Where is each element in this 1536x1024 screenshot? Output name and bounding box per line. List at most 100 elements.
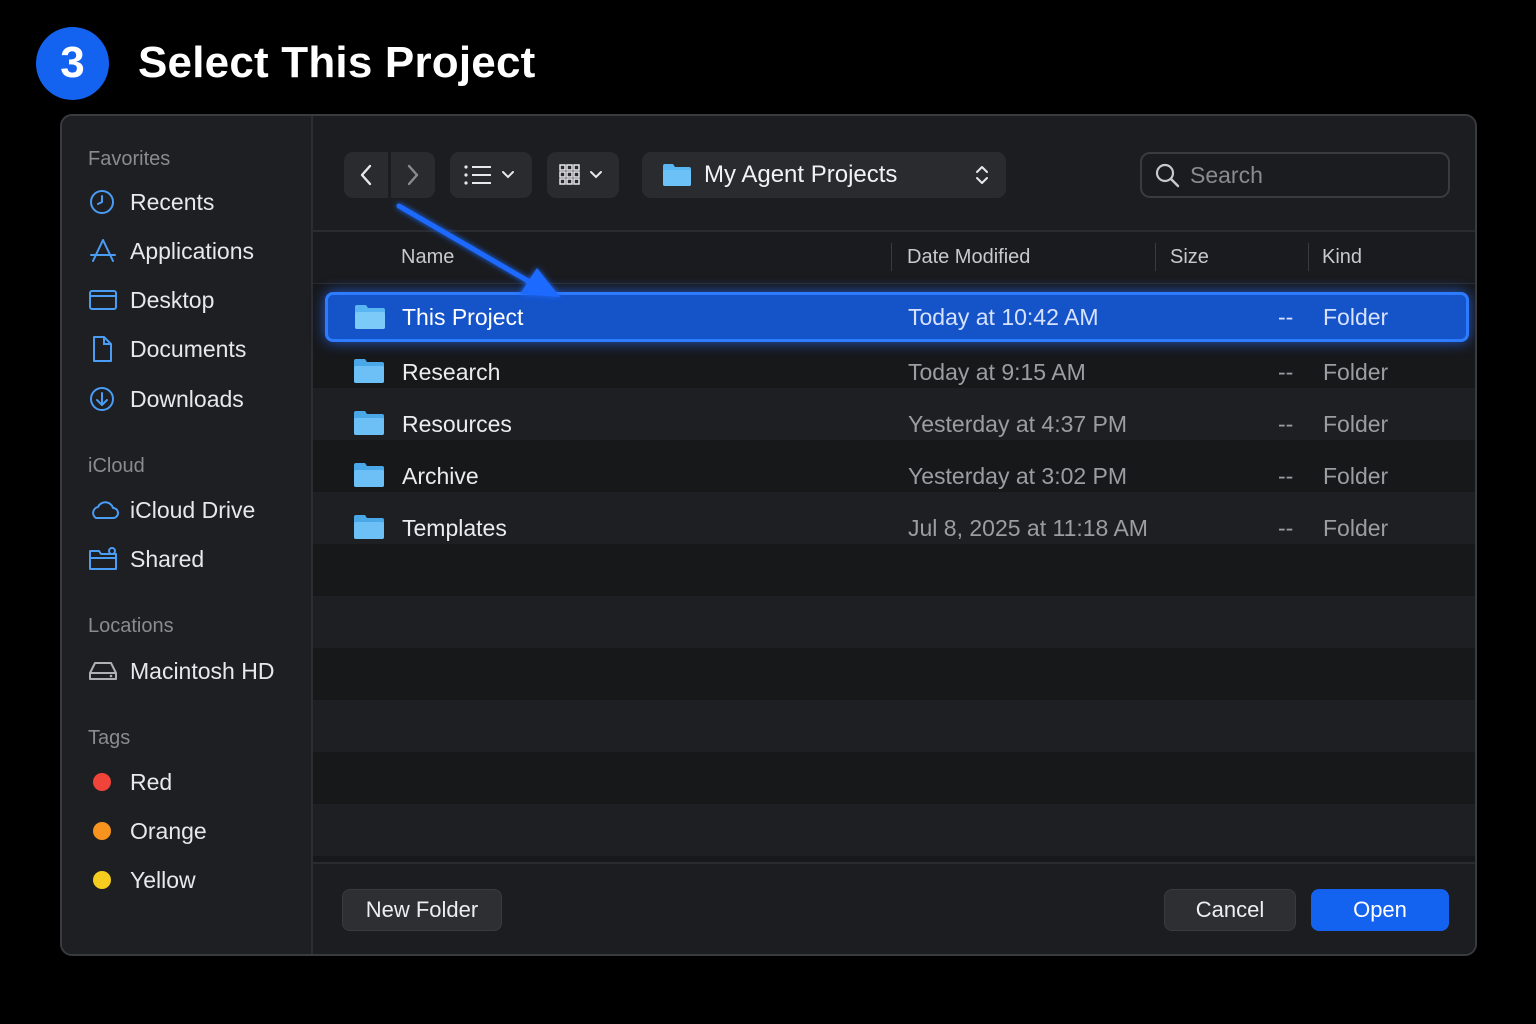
step-number-badge: 3	[36, 26, 109, 100]
location-popup[interactable]: My Agent Projects	[642, 152, 1006, 198]
sidebar-section-icloud: iCloud	[88, 455, 145, 477]
chevron-right-icon	[407, 164, 419, 186]
shared-folder-icon	[88, 544, 120, 574]
file-row-archive[interactable]: Archive Yesterday at 3:02 PM -- Folder	[313, 450, 1475, 502]
forward-button[interactable]	[391, 152, 435, 198]
sidebar-item-label: Shared	[130, 545, 205, 572]
column-date-modified[interactable]: Date Modified	[907, 246, 1030, 269]
chevron-left-icon	[360, 164, 372, 186]
cloud-icon	[88, 495, 120, 525]
sidebar-item-label: Desktop	[130, 286, 215, 313]
file-row-templates[interactable]: Templates Jul 8, 2025 at 11:18 AM -- Fol…	[313, 502, 1475, 554]
file-name: Research	[402, 358, 501, 385]
column-header: Name Date Modified Size Kind	[313, 232, 1475, 284]
open-button[interactable]: Open	[1311, 889, 1449, 931]
folder-icon	[354, 515, 384, 539]
file-name: This Project	[402, 303, 524, 330]
sidebar-item-macintosh-hd[interactable]: Macintosh HD	[88, 653, 303, 689]
sidebar-section-tags: Tags	[88, 727, 131, 749]
sidebar-item-desktop[interactable]: Desktop	[88, 282, 303, 318]
current-folder-label: My Agent Projects	[704, 161, 898, 188]
search-field[interactable]	[1140, 152, 1450, 198]
sidebar-item-label: Recents	[130, 188, 215, 215]
list-view-button[interactable]	[450, 152, 532, 198]
cancel-button[interactable]: Cancel	[1164, 889, 1296, 931]
tag-yellow-dot	[93, 871, 111, 889]
open-file-dialog: Favorites Recents Applications Desktop D…	[60, 114, 1477, 956]
column-divider[interactable]	[891, 243, 892, 271]
sidebar-item-tag-red[interactable]: Red	[88, 764, 303, 800]
toolbar: My Agent Projects	[313, 116, 1475, 232]
list-view-icon	[464, 165, 514, 185]
file-size: --	[1278, 358, 1294, 385]
file-date: Today at 9:15 AM	[908, 358, 1086, 385]
sidebar-item-label: Downloads	[130, 385, 244, 412]
file-kind: Folder	[1323, 410, 1389, 437]
file-browser: My Agent Projects Name Date Modified Siz…	[313, 116, 1475, 954]
sidebar-item-tag-yellow[interactable]: Yellow	[88, 862, 303, 898]
step-title: Select This Project	[138, 38, 536, 87]
icon-view-button[interactable]	[547, 152, 619, 198]
folder-icon	[355, 305, 385, 329]
file-name: Archive	[402, 462, 479, 489]
folder-icon	[354, 411, 384, 435]
file-size: --	[1278, 303, 1294, 330]
sidebar-section-locations: Locations	[88, 615, 174, 637]
column-kind[interactable]: Kind	[1322, 246, 1362, 269]
sidebar-section-favorites: Favorites	[88, 148, 171, 170]
desktop-icon	[88, 285, 120, 315]
folder-icon	[354, 359, 384, 383]
file-kind: Folder	[1323, 514, 1389, 541]
search-icon	[1155, 163, 1180, 188]
file-name: Templates	[402, 514, 507, 541]
up-down-chevron-icon	[976, 166, 988, 184]
column-size[interactable]: Size	[1170, 246, 1209, 269]
file-size: --	[1278, 410, 1294, 437]
sidebar-item-icloud-drive[interactable]: iCloud Drive	[88, 492, 303, 528]
sidebar-item-label: Documents	[130, 335, 247, 362]
sidebar-item-downloads[interactable]: Downloads	[88, 381, 303, 417]
file-row-research[interactable]: Research Today at 9:15 AM -- Folder	[313, 346, 1475, 398]
sidebar-item-applications[interactable]: Applications	[88, 233, 303, 269]
sidebar-item-label: Applications	[130, 237, 255, 264]
file-date: Yesterday at 3:02 PM	[908, 462, 1128, 489]
column-name[interactable]: Name	[401, 246, 454, 269]
sidebar-item-recents[interactable]: Recents	[88, 184, 303, 220]
clock-icon	[88, 187, 120, 217]
search-input[interactable]	[1190, 161, 1430, 189]
column-divider[interactable]	[1155, 243, 1156, 271]
folder-icon	[663, 164, 691, 186]
sidebar-item-label: Macintosh HD	[130, 657, 275, 684]
file-date: Jul 8, 2025 at 11:18 AM	[908, 514, 1148, 541]
sidebar-item-shared[interactable]: Shared	[88, 541, 303, 577]
back-button[interactable]	[344, 152, 388, 198]
file-size: --	[1278, 514, 1294, 541]
dialog-footer: New Folder Cancel Open	[313, 862, 1475, 954]
sidebar-item-label: Red	[130, 768, 173, 795]
folder-icon	[354, 463, 384, 487]
file-kind: Folder	[1323, 303, 1389, 330]
tag-orange-dot	[93, 822, 111, 840]
sidebar: Favorites Recents Applications Desktop D…	[62, 116, 313, 954]
new-folder-button[interactable]: New Folder	[342, 889, 502, 931]
file-date: Yesterday at 4:37 PM	[908, 410, 1128, 437]
file-list: This Project Today at 10:42 AM -- Folder…	[313, 284, 1475, 862]
column-divider[interactable]	[1308, 243, 1309, 271]
sidebar-item-documents[interactable]: Documents	[88, 331, 303, 367]
sidebar-item-label: Orange	[130, 817, 207, 844]
file-kind: Folder	[1323, 462, 1389, 489]
document-icon	[88, 334, 120, 364]
sidebar-item-tag-orange[interactable]: Orange	[88, 813, 303, 849]
file-name: Resources	[402, 410, 512, 437]
file-date: Today at 10:42 AM	[908, 303, 1099, 330]
file-row-resources[interactable]: Resources Yesterday at 4:37 PM -- Folder	[313, 398, 1475, 450]
download-icon	[88, 384, 120, 414]
step-header: 3 Select This Project	[36, 26, 536, 100]
file-kind: Folder	[1323, 358, 1389, 385]
grid-view-icon	[559, 164, 602, 185]
file-size: --	[1278, 462, 1294, 489]
file-row-this-project[interactable]: This Project Today at 10:42 AM -- Folder	[325, 292, 1469, 342]
hard-drive-icon	[88, 656, 120, 686]
sidebar-item-label: iCloud Drive	[130, 496, 256, 523]
applications-icon	[88, 236, 120, 266]
